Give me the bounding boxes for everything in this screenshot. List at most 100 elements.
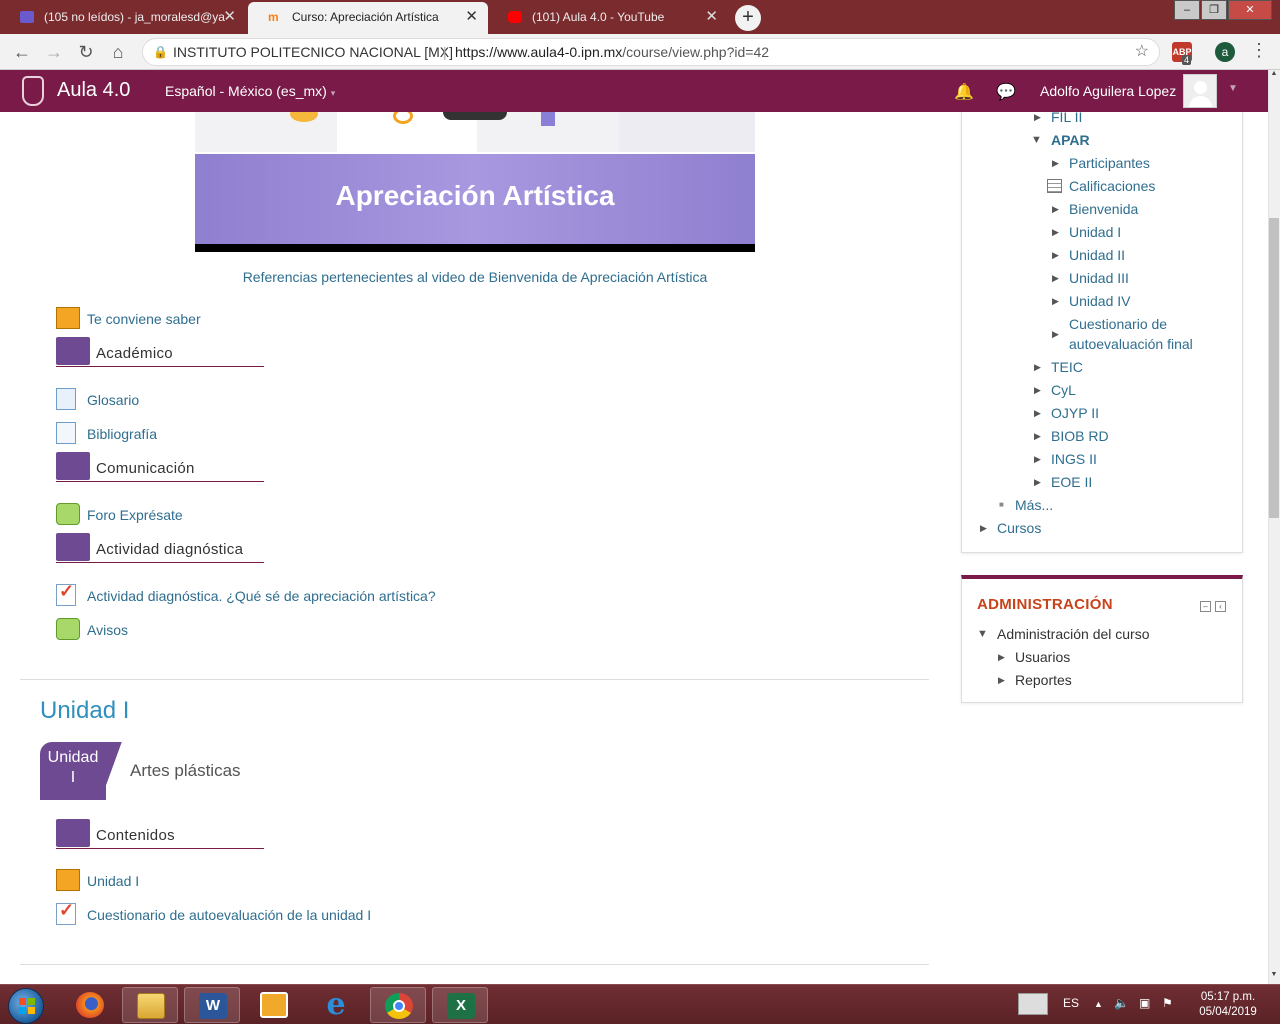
new-tab-button[interactable]: + bbox=[735, 5, 761, 31]
activity-link[interactable]: Glosario bbox=[87, 392, 139, 408]
volume-icon[interactable]: 🔈 bbox=[1114, 996, 1129, 1010]
user-menu-name[interactable]: Adolfo Aguilera Lopez bbox=[1040, 83, 1176, 99]
activity-link[interactable]: Actividad diagnóstica. ¿Qué sé de apreci… bbox=[87, 588, 436, 604]
notifications-bell-icon[interactable]: 🔔 bbox=[954, 82, 974, 102]
network-icon[interactable]: ▣ bbox=[1139, 996, 1150, 1010]
tab-youtube[interactable]: (101) Aula 4.0 - YouTube ✕ bbox=[488, 2, 728, 34]
tree-item-reportes[interactable]: ▶ Reportes bbox=[998, 670, 1072, 690]
profile-avatar[interactable]: a bbox=[1215, 42, 1235, 62]
adblock-count-badge: 4 bbox=[1182, 55, 1192, 65]
minimize-button[interactable]: – bbox=[1174, 0, 1200, 20]
forward-icon[interactable]: → bbox=[42, 40, 66, 64]
taskbar-firefox[interactable] bbox=[62, 987, 118, 1023]
tree-item-admin-curso[interactable]: ▼ Administración del curso bbox=[977, 624, 1150, 644]
tree-item-ojyp[interactable]: ▶ OJYP II bbox=[1034, 403, 1099, 423]
scrollbar-thumb[interactable] bbox=[1269, 218, 1279, 518]
tree-label: Cuestionario de bbox=[1069, 316, 1168, 332]
tree-item-unidad-4[interactable]: ▶ Unidad IV bbox=[1052, 291, 1130, 311]
tree-item-participantes[interactable]: ▶ Participantes bbox=[1052, 153, 1150, 173]
back-icon[interactable]: ← bbox=[10, 40, 34, 64]
tree-item-fil[interactable]: ▶ FIL II bbox=[1034, 107, 1082, 127]
close-window-button[interactable]: ✕ bbox=[1228, 0, 1272, 20]
label-contenidos: Contenidos bbox=[56, 819, 264, 849]
ipn-logo[interactable] bbox=[22, 76, 44, 106]
tree-item-apar[interactable]: ▼ APAR bbox=[1031, 130, 1090, 150]
close-tab-icon[interactable]: ✕ bbox=[465, 2, 478, 32]
tree-label: Unidad II bbox=[1069, 247, 1126, 263]
video-player-icon bbox=[260, 992, 288, 1018]
clock-time: 05:17 p.m. bbox=[1200, 991, 1256, 1003]
dock-block-icon[interactable]: ‹ bbox=[1215, 601, 1226, 612]
bookmark-star-icon[interactable]: ☆ bbox=[1135, 39, 1149, 65]
label-comunicacion: Comunicación bbox=[56, 452, 264, 482]
reload-icon[interactable]: ↻ bbox=[74, 40, 98, 64]
close-tab-icon[interactable]: ✕ bbox=[223, 2, 236, 32]
tree-item-bienvenida[interactable]: ▶ Bienvenida bbox=[1052, 199, 1138, 219]
course-banner-video[interactable]: Apreciación Artística bbox=[195, 112, 755, 252]
tree-item-teic[interactable]: ▶ TEIC bbox=[1034, 357, 1083, 377]
scroll-down-arrow[interactable]: ▼ bbox=[1268, 971, 1280, 978]
activity-link[interactable]: Avisos bbox=[87, 622, 128, 638]
banner-decoration bbox=[443, 112, 507, 120]
taskbar-ie[interactable]: e bbox=[308, 987, 364, 1023]
taskbar-chrome[interactable] bbox=[370, 987, 426, 1023]
chrome-menu-icon[interactable]: ⋮ bbox=[1250, 40, 1268, 61]
tree-item-unidad-3[interactable]: ▶ Unidad III bbox=[1052, 268, 1129, 288]
home-icon[interactable]: ⌂ bbox=[106, 40, 130, 64]
site-title[interactable]: Aula 4.0 bbox=[57, 79, 130, 102]
taskbar-word[interactable]: W bbox=[184, 987, 240, 1023]
activity-link[interactable]: Te conviene saber bbox=[87, 311, 201, 327]
messages-icon[interactable]: 💬 bbox=[996, 82, 1016, 102]
user-avatar[interactable] bbox=[1183, 74, 1217, 108]
tree-item-cyl[interactable]: ▶ CyL bbox=[1034, 380, 1076, 400]
input-panel-icon[interactable] bbox=[1018, 993, 1048, 1015]
language-menu[interactable]: Español - México (es_mx) ▾ bbox=[165, 83, 335, 99]
activity-link[interactable]: Foro Exprésate bbox=[87, 507, 183, 523]
tab-mail[interactable]: (105 no leídos) - ja_moralesd@ya ✕ bbox=[0, 2, 246, 34]
action-center-flag-icon[interactable]: ⚑ bbox=[1162, 996, 1173, 1010]
close-tab-icon[interactable]: ✕ bbox=[705, 2, 718, 32]
tree-item-eoe[interactable]: ▶ EOE II bbox=[1034, 472, 1092, 492]
clock-date: 05/04/2019 bbox=[1199, 1006, 1257, 1018]
tree-label: Reportes bbox=[1015, 672, 1072, 688]
expand-arrow-icon: ▶ bbox=[998, 675, 1005, 685]
expand-arrow-icon: ▶ bbox=[1052, 329, 1059, 339]
tree-label: Calificaciones bbox=[1069, 178, 1156, 194]
scroll-up-arrow[interactable]: ▲ bbox=[1268, 70, 1280, 77]
tree-item-unidad-1[interactable]: ▶ Unidad I bbox=[1052, 222, 1121, 242]
browser-tab-strip: (105 no leídos) - ja_moralesd@ya ✕ m Cur… bbox=[0, 0, 1280, 34]
video-references-link[interactable]: Referencias pertenecientes al video de B… bbox=[195, 269, 755, 285]
maximize-button[interactable]: ❐ bbox=[1201, 0, 1227, 20]
activity-link[interactable]: Bibliografía bbox=[87, 426, 157, 442]
tree-label: CyL bbox=[1051, 382, 1076, 398]
language-indicator[interactable]: ES bbox=[1063, 996, 1079, 1010]
video-bottom-bar bbox=[195, 244, 755, 252]
tree-item-unidad-2[interactable]: ▶ Unidad II bbox=[1052, 245, 1126, 265]
tree-item-biob[interactable]: ▶ BIOB RD bbox=[1034, 426, 1109, 446]
page-scrollbar[interactable] bbox=[1268, 70, 1280, 984]
collapse-block-icon[interactable]: – bbox=[1200, 601, 1211, 612]
taskbar-explorer[interactable] bbox=[122, 987, 178, 1023]
tray-expand-icon[interactable]: ▲ bbox=[1094, 999, 1103, 1009]
activity-link[interactable]: Unidad I bbox=[87, 873, 139, 889]
tree-item-calificaciones[interactable]: Calificaciones bbox=[1047, 176, 1156, 196]
tree-item-ings[interactable]: ▶ INGS II bbox=[1034, 449, 1097, 469]
excel-icon: X bbox=[447, 993, 475, 1019]
section-title-unidad-1[interactable]: Unidad I bbox=[40, 697, 129, 725]
taskbar-media[interactable] bbox=[246, 987, 302, 1023]
tree-item-cursos[interactable]: ▶ Cursos bbox=[980, 518, 1041, 538]
address-bar[interactable]: 🔒 INSTITUTO POLITECNICO NACIONAL [MX] | … bbox=[142, 38, 1160, 66]
chevron-down-icon[interactable]: ▼ bbox=[1228, 83, 1238, 94]
tree-item-mas[interactable]: ■ Más... bbox=[999, 495, 1053, 515]
system-clock[interactable]: 05:17 p.m. 05/04/2019 bbox=[1190, 990, 1266, 1020]
tab-course[interactable]: m Curso: Apreciación Artística ✕ bbox=[248, 2, 488, 34]
expand-arrow-icon: ▶ bbox=[1052, 227, 1059, 237]
bullet-icon: ■ bbox=[999, 500, 1004, 509]
start-button[interactable] bbox=[8, 988, 44, 1024]
taskbar-excel[interactable]: X bbox=[432, 987, 488, 1023]
tree-item-usuarios[interactable]: ▶ Usuarios bbox=[998, 647, 1070, 667]
tree-item-cuestionario-final[interactable]: ▶ Cuestionario de autoevaluación final bbox=[1052, 314, 1193, 354]
mail-icon bbox=[20, 11, 34, 23]
activity-link[interactable]: Cuestionario de autoevaluación de la uni… bbox=[87, 907, 371, 923]
tree-label: Participantes bbox=[1069, 155, 1150, 171]
